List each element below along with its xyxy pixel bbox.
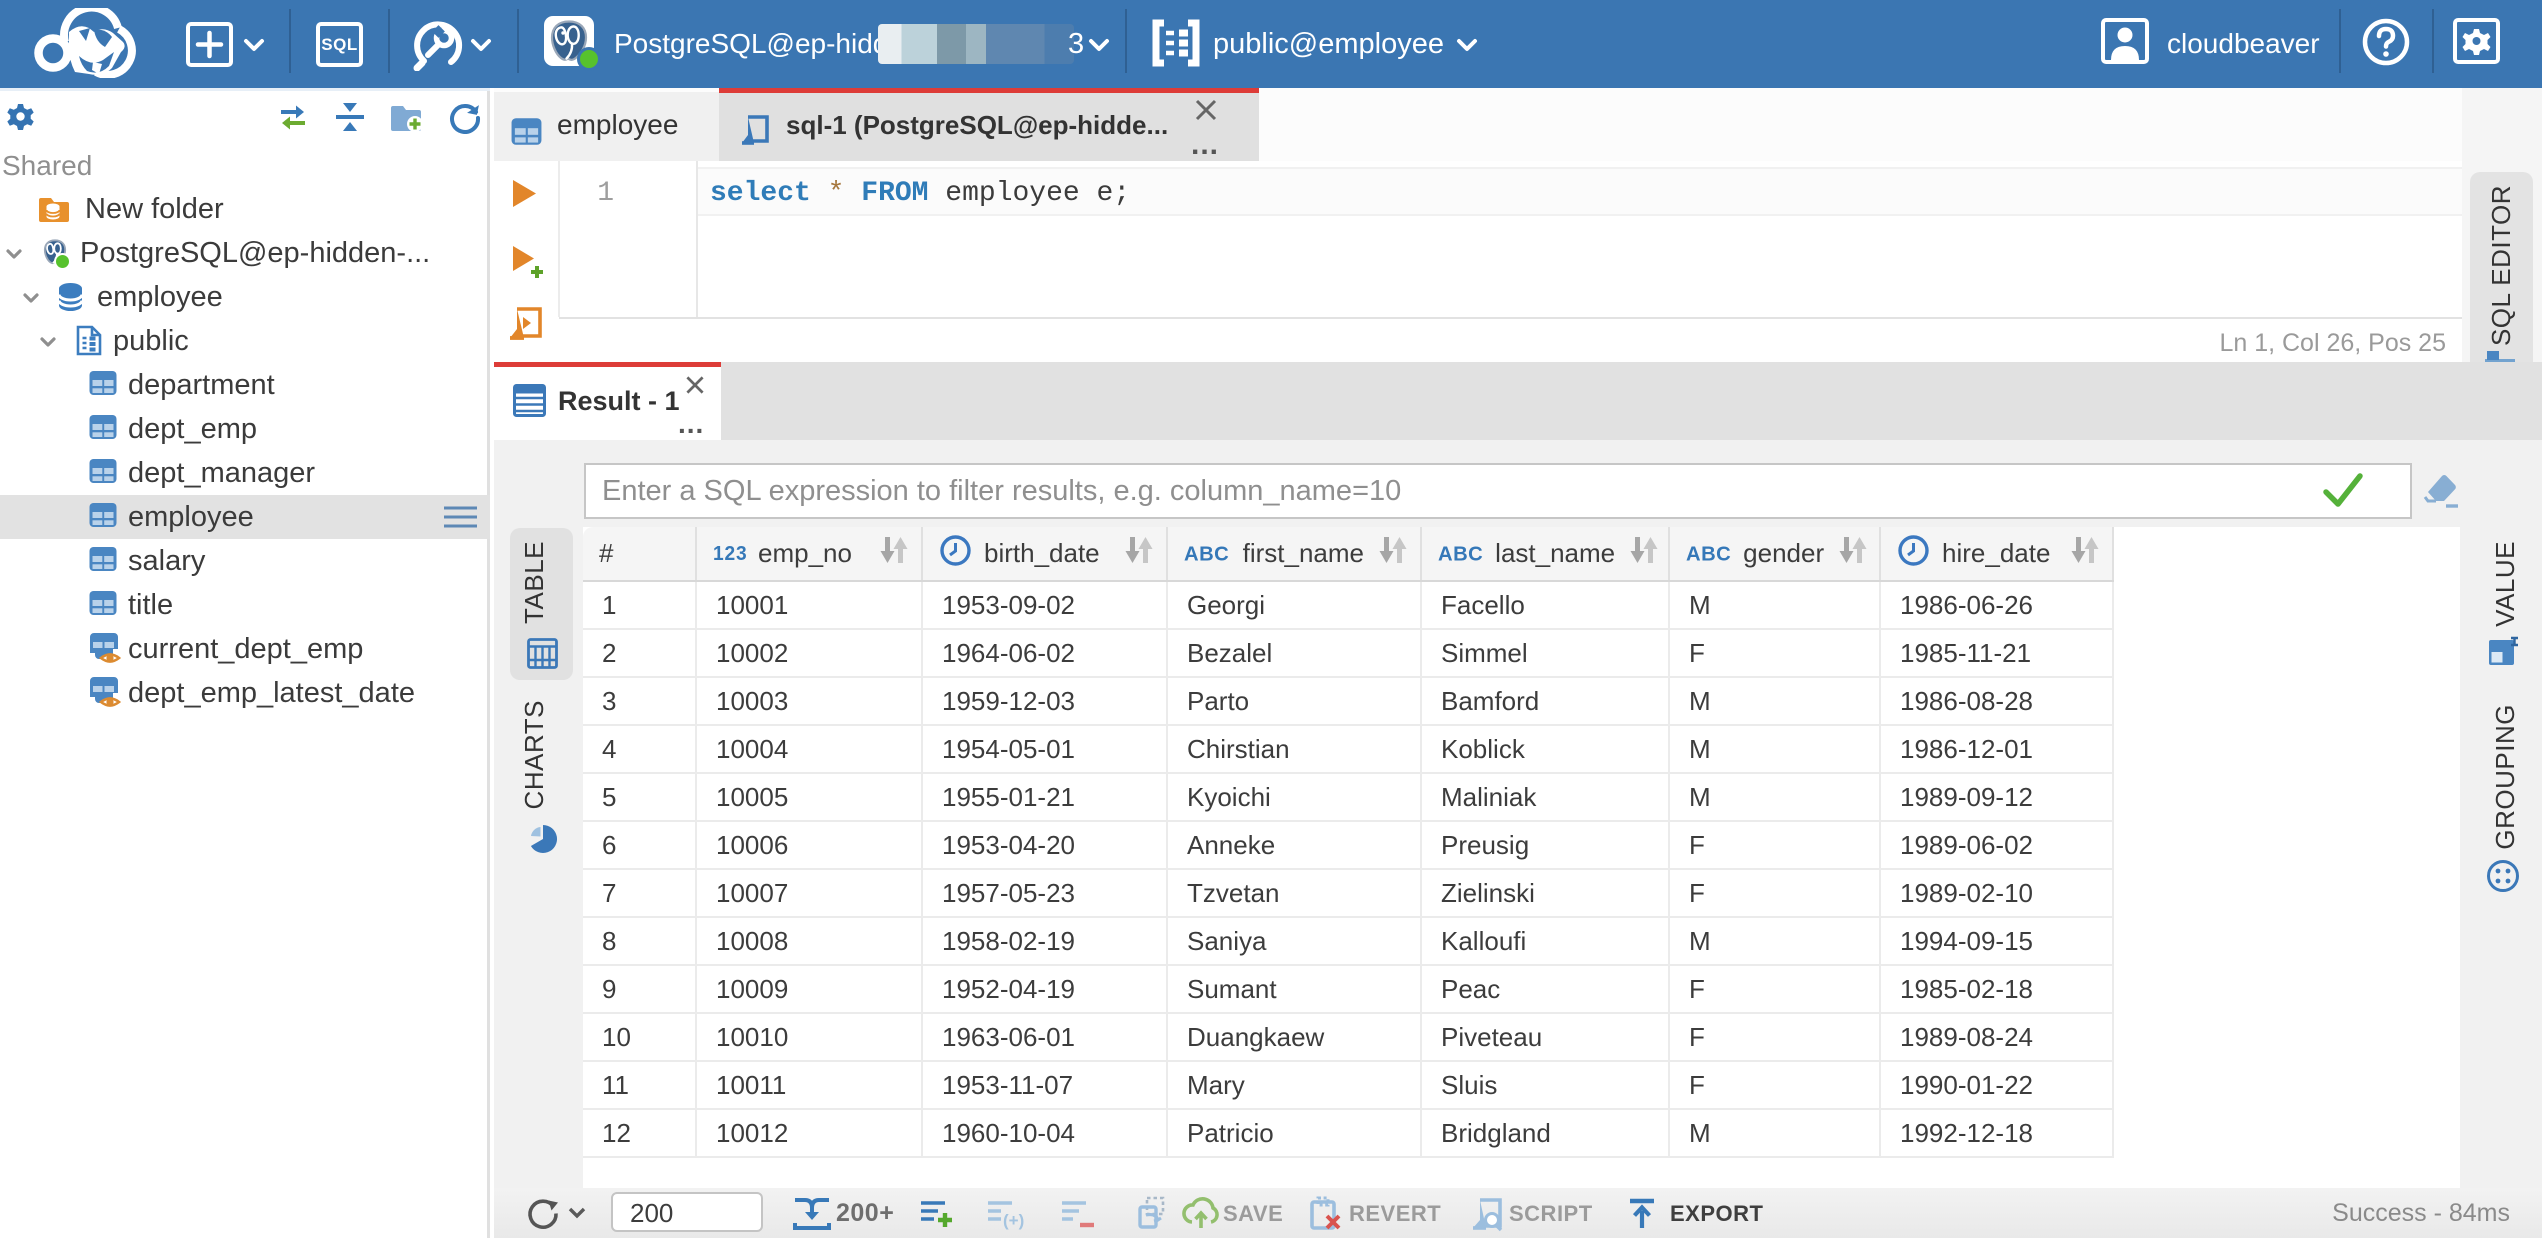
svg-text:(+): (+) [1003,1211,1024,1230]
